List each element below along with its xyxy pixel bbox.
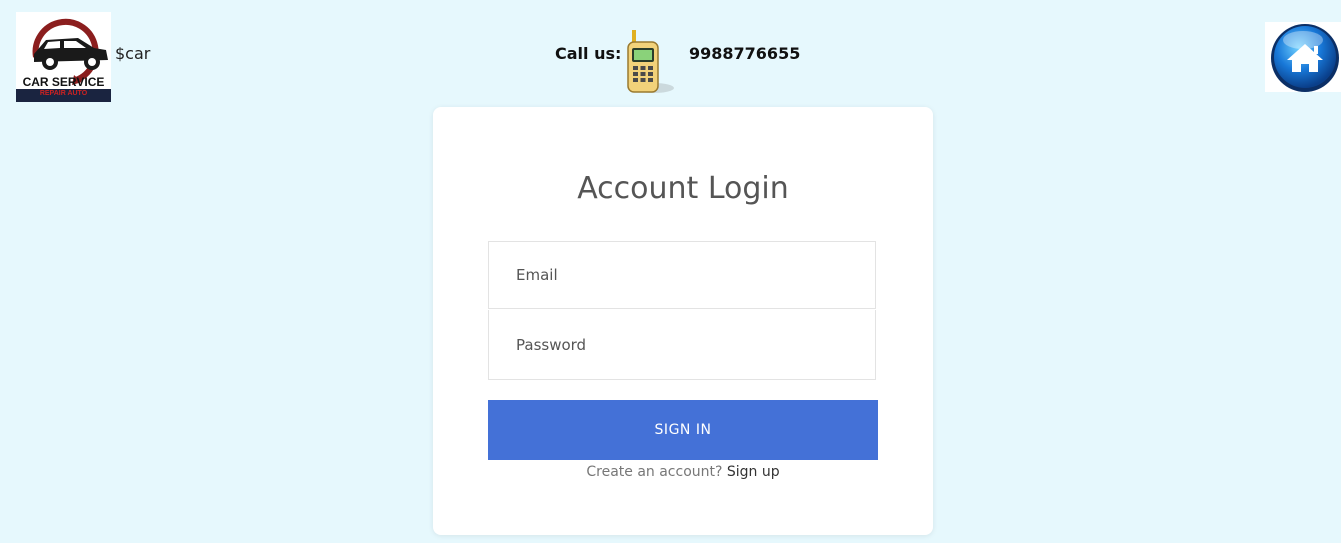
login-page: CAR SERVICE REPAIR AUTO $car Call us: 99… — [0, 0, 1341, 543]
password-field-container — [488, 310, 876, 380]
sign-in-button[interactable]: SIGN IN — [488, 400, 878, 460]
signup-row: Create an account? Sign up — [433, 464, 933, 480]
email-field[interactable] — [514, 265, 858, 285]
signup-prompt: Create an account? — [586, 464, 723, 480]
mobile-phone-icon — [620, 30, 678, 96]
phone-number[interactable]: 9988776655 — [689, 44, 800, 63]
login-card: Account Login SIGN IN Create an account?… — [433, 107, 933, 535]
brand-name: $car — [115, 44, 151, 63]
home-button[interactable] — [1265, 22, 1341, 92]
password-field[interactable] — [514, 334, 858, 355]
call-us-label: Call us: — [555, 44, 622, 63]
sign-up-link[interactable]: Sign up — [727, 464, 780, 480]
company-logo[interactable]: CAR SERVICE REPAIR AUTO — [16, 12, 111, 102]
home-icon — [1271, 24, 1339, 92]
car-logo-icon: CAR SERVICE REPAIR AUTO — [16, 18, 111, 102]
email-field-container — [488, 241, 876, 309]
logo-text-line2: REPAIR AUTO — [40, 90, 88, 97]
logo-text-line1: CAR SERVICE — [23, 75, 105, 89]
page-title: Account Login — [577, 171, 789, 206]
